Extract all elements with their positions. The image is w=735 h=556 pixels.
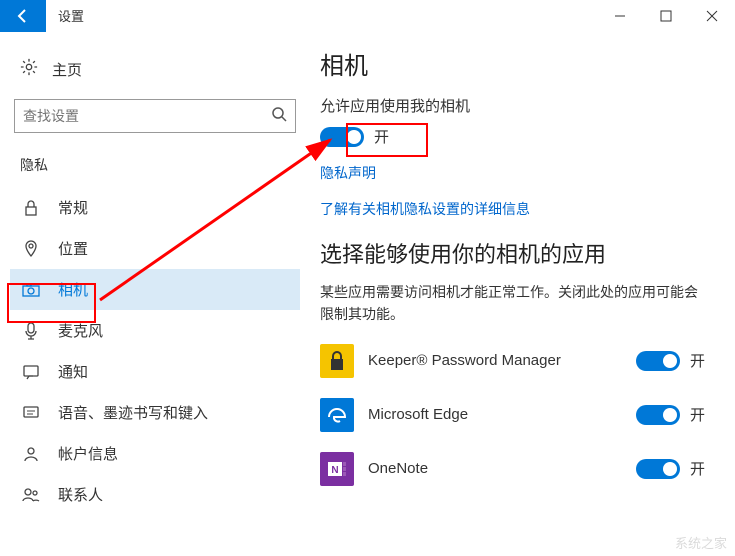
home-nav[interactable]: 主页 bbox=[10, 52, 300, 87]
privacy-statement-link[interactable]: 隐私声明 bbox=[320, 163, 705, 183]
microphone-icon bbox=[20, 322, 42, 340]
sidebar-item-label: 联系人 bbox=[58, 484, 103, 505]
sidebar-item-label: 帐户信息 bbox=[58, 443, 118, 464]
location-icon bbox=[20, 240, 42, 258]
sidebar: 主页 隐私 常规 位置 相机 麦克风 通知 bbox=[0, 32, 310, 556]
sidebar-item-account[interactable]: 帐户信息 bbox=[10, 433, 300, 474]
app-toggle-state: 开 bbox=[690, 350, 705, 371]
account-icon bbox=[20, 446, 42, 462]
camera-icon bbox=[20, 283, 42, 297]
keeper-icon bbox=[320, 344, 354, 378]
app-toggle-onenote[interactable] bbox=[636, 459, 680, 479]
close-button[interactable] bbox=[689, 0, 735, 32]
sidebar-item-label: 位置 bbox=[58, 238, 88, 259]
group-header-privacy: 隐私 bbox=[10, 151, 300, 179]
app-row-edge: Microsoft Edge 开 bbox=[320, 398, 705, 432]
app-toggle-edge[interactable] bbox=[636, 405, 680, 425]
main-panel: 相机 允许应用使用我的相机 开 隐私声明 了解有关相机隐私设置的详细信息 选择能… bbox=[310, 32, 735, 556]
back-button[interactable] bbox=[0, 0, 46, 32]
search-input[interactable] bbox=[14, 99, 296, 133]
gear-icon bbox=[20, 58, 38, 81]
toggle-caption: 允许应用使用我的相机 bbox=[320, 95, 705, 116]
svg-text:N: N bbox=[331, 465, 338, 476]
app-toggle-keeper[interactable] bbox=[636, 351, 680, 371]
notification-icon bbox=[20, 364, 42, 380]
app-name: OneNote bbox=[368, 460, 636, 477]
minimize-button[interactable] bbox=[597, 0, 643, 32]
app-toggle-state: 开 bbox=[690, 404, 705, 425]
sidebar-item-label: 麦克风 bbox=[58, 320, 103, 341]
search-icon bbox=[271, 106, 287, 127]
sidebar-item-label: 通知 bbox=[58, 361, 88, 382]
contacts-icon bbox=[20, 487, 42, 503]
sidebar-item-label: 相机 bbox=[58, 279, 88, 300]
window-title: 设置 bbox=[58, 6, 84, 25]
sidebar-item-location[interactable]: 位置 bbox=[10, 228, 300, 269]
app-row-keeper: Keeper® Password Manager 开 bbox=[320, 344, 705, 378]
sidebar-item-notifications[interactable]: 通知 bbox=[10, 351, 300, 392]
sidebar-item-microphone[interactable]: 麦克风 bbox=[10, 310, 300, 351]
home-label: 主页 bbox=[52, 59, 82, 80]
speech-icon bbox=[20, 405, 42, 421]
app-row-onenote: N OneNote 开 bbox=[320, 452, 705, 486]
app-toggle-state: 开 bbox=[690, 458, 705, 479]
sidebar-item-general[interactable]: 常规 bbox=[10, 187, 300, 228]
apps-section-desc: 某些应用需要访问相机才能正常工作。关闭此处的应用可能会限制其功能。 bbox=[320, 281, 705, 326]
app-name: Keeper® Password Manager bbox=[368, 352, 636, 369]
apps-section-title: 选择能够使用你的相机的应用 bbox=[320, 237, 705, 269]
sidebar-item-label: 常规 bbox=[58, 197, 88, 218]
sidebar-item-label: 语音、墨迹书写和键入 bbox=[58, 402, 208, 423]
sidebar-item-camera[interactable]: 相机 bbox=[10, 269, 300, 310]
edge-icon bbox=[320, 398, 354, 432]
maximize-button[interactable] bbox=[643, 0, 689, 32]
sidebar-item-speech[interactable]: 语音、墨迹书写和键入 bbox=[10, 392, 300, 433]
sidebar-item-contacts[interactable]: 联系人 bbox=[10, 474, 300, 515]
search-field[interactable] bbox=[23, 108, 271, 124]
app-name: Microsoft Edge bbox=[368, 406, 636, 423]
camera-access-toggle[interactable] bbox=[320, 127, 364, 147]
onenote-icon: N bbox=[320, 452, 354, 486]
page-title: 相机 bbox=[320, 46, 705, 81]
toggle-state: 开 bbox=[374, 126, 389, 147]
learn-more-link[interactable]: 了解有关相机隐私设置的详细信息 bbox=[320, 199, 705, 219]
lock-icon bbox=[20, 199, 42, 217]
